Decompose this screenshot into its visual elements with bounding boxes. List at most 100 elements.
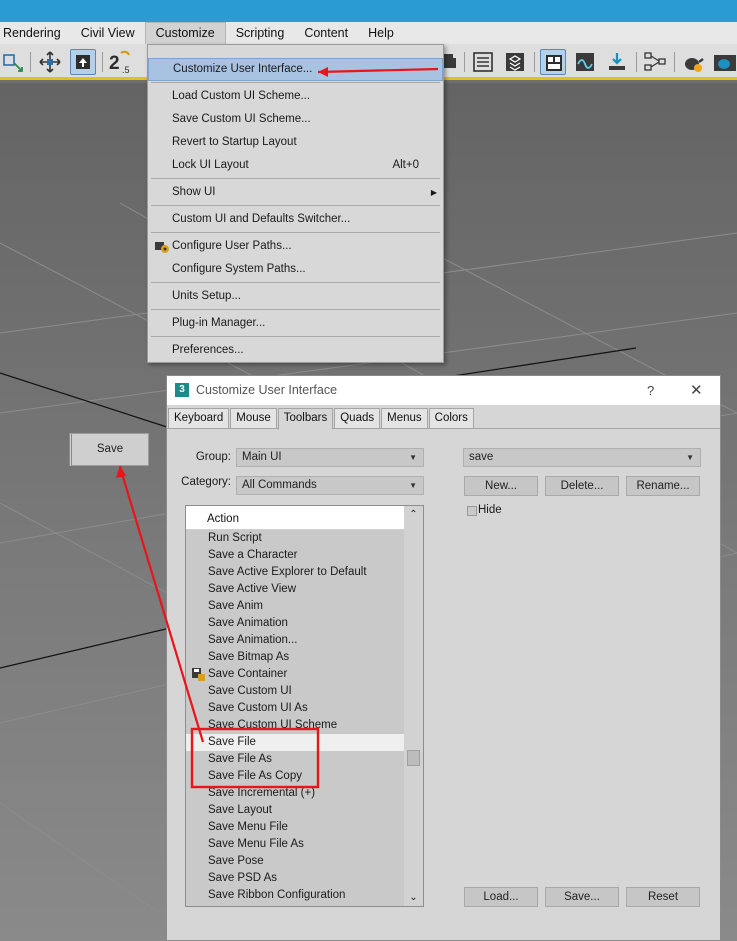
list-item[interactable]: Save Active View xyxy=(186,581,404,598)
chevron-down-icon: ▼ xyxy=(409,453,417,462)
menu-item-customize-user-interface[interactable]: Customize User Interface... xyxy=(148,58,443,81)
group-select-value: Main UI xyxy=(242,451,282,463)
tab-menus[interactable]: Menus xyxy=(381,408,428,429)
scrollbar-thumb[interactable] xyxy=(407,750,420,766)
new-toolbar-button[interactable]: New... xyxy=(464,476,538,496)
list-item[interactable]: Save Animation xyxy=(186,615,404,632)
menu-item-units-setup[interactable]: Units Setup... xyxy=(148,285,443,308)
list-item[interactable]: Save Anim xyxy=(186,598,404,615)
chevron-down-icon[interactable]: ⌄ xyxy=(404,889,423,906)
toggle-ribbon-icon[interactable] xyxy=(540,49,566,75)
chevron-up-icon[interactable]: ⌃ xyxy=(404,506,423,523)
hide-checkbox[interactable] xyxy=(467,506,477,516)
group-label: Group: xyxy=(195,451,231,463)
menu-item-show-ui[interactable]: Show UI ▶ xyxy=(148,181,443,204)
load-button[interactable]: Load... xyxy=(464,887,538,907)
menu-separator xyxy=(151,232,440,233)
reset-button[interactable]: Reset xyxy=(626,887,700,907)
menu-item-label: Save Custom UI Scheme... xyxy=(172,113,311,125)
category-select[interactable]: All Commands ▼ xyxy=(236,476,424,495)
tab-strip: Keyboard Mouse Toolbars Quads Menus Colo… xyxy=(168,408,475,430)
svg-text:2: 2 xyxy=(109,53,120,74)
menu-item-preferences[interactable]: Preferences... xyxy=(148,339,443,362)
close-icon[interactable]: ✕ xyxy=(690,376,703,405)
menu-item-label: Lock UI Layout xyxy=(172,159,249,171)
list-item[interactable]: Save Animation... xyxy=(186,632,404,649)
list-item[interactable]: Save File As xyxy=(186,751,404,768)
list-item-save-container[interactable]: Save Container xyxy=(186,666,404,683)
layer-list-icon[interactable] xyxy=(470,49,496,75)
menu-help[interactable]: Help xyxy=(358,22,404,44)
action-list[interactable]: Action Run Script Save a Character Save … xyxy=(185,505,424,907)
delete-toolbar-button[interactable]: Delete... xyxy=(545,476,619,496)
list-item[interactable]: Save Ribbon Configuration xyxy=(186,887,404,904)
menu-content[interactable]: Content xyxy=(294,22,358,44)
menu-bar: Rendering Civil View Customize Scripting… xyxy=(0,22,737,44)
menu-item-label: Load Custom UI Scheme... xyxy=(172,90,311,102)
menu-item-save-custom-ui-scheme[interactable]: Save Custom UI Scheme... xyxy=(148,108,443,131)
toolbar-select[interactable]: save ▼ xyxy=(463,448,701,467)
list-item[interactable]: Run Script xyxy=(186,530,404,547)
snap-2-5d-icon[interactable]: 2.5 xyxy=(107,49,133,75)
tab-keyboard[interactable]: Keyboard xyxy=(168,408,230,429)
list-item[interactable]: Save PSD As xyxy=(186,870,404,887)
list-item[interactable]: Save Layout xyxy=(186,802,404,819)
list-item[interactable]: Save Active Explorer to Default xyxy=(186,564,404,581)
menu-item-lock-ui-layout[interactable]: Lock UI Layout Alt+0 xyxy=(148,154,443,177)
tab-quads[interactable]: Quads xyxy=(334,408,381,429)
curve-editor-icon[interactable] xyxy=(572,49,598,75)
list-rows: Run Script Save a Character Save Active … xyxy=(186,530,404,904)
rename-toolbar-button[interactable]: Rename... xyxy=(626,476,700,496)
group-select[interactable]: Main UI ▼ xyxy=(236,448,424,467)
floating-save-button[interactable]: Save xyxy=(69,433,149,466)
menu-item-configure-system-paths[interactable]: Configure System Paths... xyxy=(148,258,443,281)
tab-mouse[interactable]: Mouse xyxy=(230,408,277,429)
menu-separator xyxy=(151,205,440,206)
menu-item-label: Revert to Startup Layout xyxy=(172,136,297,148)
toolbar-separator xyxy=(30,52,31,72)
list-item[interactable]: Save Menu File xyxy=(186,819,404,836)
menu-item-label: Show UI xyxy=(172,186,216,198)
chevron-down-icon: ▼ xyxy=(409,481,417,490)
list-item[interactable]: Save Custom UI As xyxy=(186,700,404,717)
move-icon[interactable] xyxy=(37,49,63,75)
menu-rendering[interactable]: Rendering xyxy=(0,22,71,44)
schematic-view-icon[interactable] xyxy=(642,49,668,75)
list-item[interactable]: Save Bitmap As xyxy=(186,649,404,666)
gear-folder-icon xyxy=(154,239,170,254)
select-object-icon[interactable] xyxy=(70,49,96,75)
menu-separator xyxy=(151,309,440,310)
menu-item-revert-to-startup-layout[interactable]: Revert to Startup Layout xyxy=(148,131,443,154)
menu-item-shortcut: Alt+0 xyxy=(392,159,419,171)
list-column-header[interactable]: Action xyxy=(186,506,404,530)
menu-item-custom-ui-defaults-switcher[interactable]: Custom UI and Defaults Switcher... xyxy=(148,208,443,231)
select-move-icon[interactable] xyxy=(0,49,26,75)
list-item[interactable]: Save Custom UI Scheme xyxy=(186,717,404,734)
render-frame-icon[interactable] xyxy=(712,49,737,75)
dialog-title-bar[interactable]: 3 Customize User Interface ? ✕ xyxy=(167,376,720,405)
menu-customize[interactable]: Customize xyxy=(144,22,226,44)
list-item[interactable]: Save File As Copy xyxy=(186,768,404,785)
tab-colors[interactable]: Colors xyxy=(428,408,474,429)
menu-item-plugin-manager[interactable]: Plug-in Manager... xyxy=(148,312,443,335)
render-setup-icon[interactable] xyxy=(604,49,630,75)
save-button[interactable]: Save... xyxy=(545,887,619,907)
customize-ui-dialog: 3 Customize User Interface ? ✕ Keyboard … xyxy=(166,375,721,941)
list-item[interactable]: Save a Character xyxy=(186,547,404,564)
list-item[interactable]: Save Menu File As xyxy=(186,836,404,853)
menu-item-configure-user-paths[interactable]: Configure User Paths... xyxy=(148,235,443,258)
list-scrollbar[interactable]: ⌃ ⌄ xyxy=(404,506,423,906)
list-item[interactable]: Save Custom UI xyxy=(186,683,404,700)
menu-scripting[interactable]: Scripting xyxy=(226,22,295,44)
list-item-save-file[interactable]: Save File xyxy=(186,734,404,751)
render-teapot-icon[interactable] xyxy=(680,49,706,75)
menu-civil-view[interactable]: Civil View xyxy=(71,22,145,44)
list-item[interactable]: Save Incremental (+) xyxy=(186,785,404,802)
layers-icon[interactable] xyxy=(502,49,528,75)
menu-separator xyxy=(151,336,440,337)
menu-item-load-custom-ui-scheme[interactable]: Load Custom UI Scheme... xyxy=(148,85,443,108)
help-button[interactable]: ? xyxy=(647,376,654,405)
list-item[interactable]: Save Pose xyxy=(186,853,404,870)
tab-toolbars[interactable]: Toolbars xyxy=(277,408,334,430)
menu-item-label: Configure System Paths... xyxy=(172,263,306,275)
